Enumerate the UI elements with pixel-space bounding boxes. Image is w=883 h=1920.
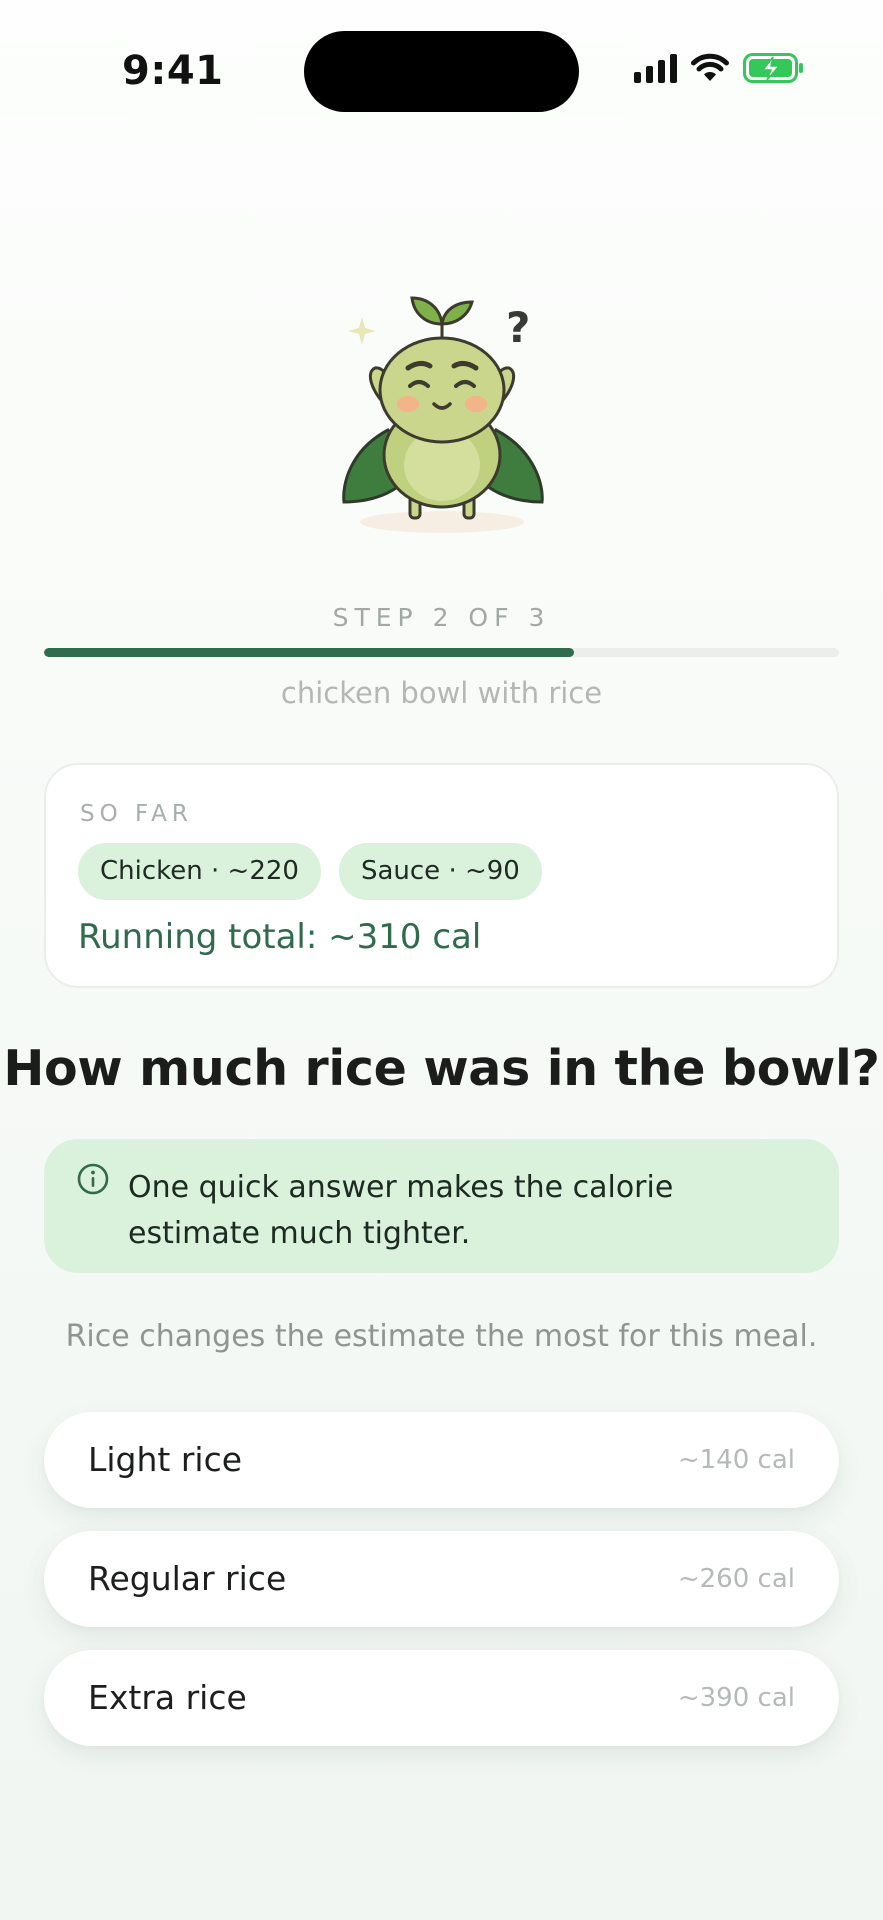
info-banner: One quick answer makes the calorie estim… xyxy=(44,1139,839,1273)
option-label: Extra rice xyxy=(88,1678,247,1717)
status-icons xyxy=(634,53,805,83)
dynamic-island xyxy=(304,31,579,112)
so-far-chip-chicken: Chicken · ~220 xyxy=(78,843,321,900)
so-far-items: Chicken · ~220 Sauce · ~90 xyxy=(78,843,542,900)
option-label: Light rice xyxy=(88,1440,243,1479)
battery-charging-icon xyxy=(743,53,803,83)
info-icon xyxy=(77,1163,109,1195)
option-calories: ~140 cal xyxy=(677,1445,795,1475)
so-far-card: SO FAR Chicken · ~220 Sauce · ~90 Runnin… xyxy=(44,763,839,988)
option-light-rice[interactable]: Light rice ~140 cal xyxy=(44,1412,839,1508)
status-time: 9:41 xyxy=(122,48,224,94)
wifi-icon xyxy=(691,53,729,81)
question-heading: How much rice was in the bowl? xyxy=(3,1040,880,1097)
cellular-signal-icon xyxy=(634,53,677,83)
progress-bar xyxy=(44,648,839,657)
info-text: One quick answer makes the calorie estim… xyxy=(128,1170,674,1251)
helper-text: Rice changes the estimate the most for t… xyxy=(65,1319,818,1354)
option-extra-rice[interactable]: Extra rice ~390 cal xyxy=(44,1650,839,1746)
progress-bar-fill xyxy=(44,648,575,657)
so-far-chip-sauce: Sauce · ~90 xyxy=(338,843,542,900)
option-calories: ~260 cal xyxy=(677,1564,795,1594)
option-calories: ~390 cal xyxy=(677,1683,795,1713)
meal-name: chicken bowl with rice xyxy=(280,676,603,710)
option-regular-rice[interactable]: Regular rice ~260 cal xyxy=(44,1531,839,1627)
option-label: Regular rice xyxy=(88,1559,287,1598)
so-far-title: SO FAR xyxy=(80,801,193,827)
sprout-bean-mascot-icon: ? xyxy=(330,290,560,540)
step-indicator: STEP 2 OF 3 xyxy=(332,603,551,632)
status-bar: 9:41 xyxy=(0,0,883,140)
svg-text:?: ? xyxy=(506,303,530,352)
running-total: Running total: ~310 cal xyxy=(78,917,482,957)
